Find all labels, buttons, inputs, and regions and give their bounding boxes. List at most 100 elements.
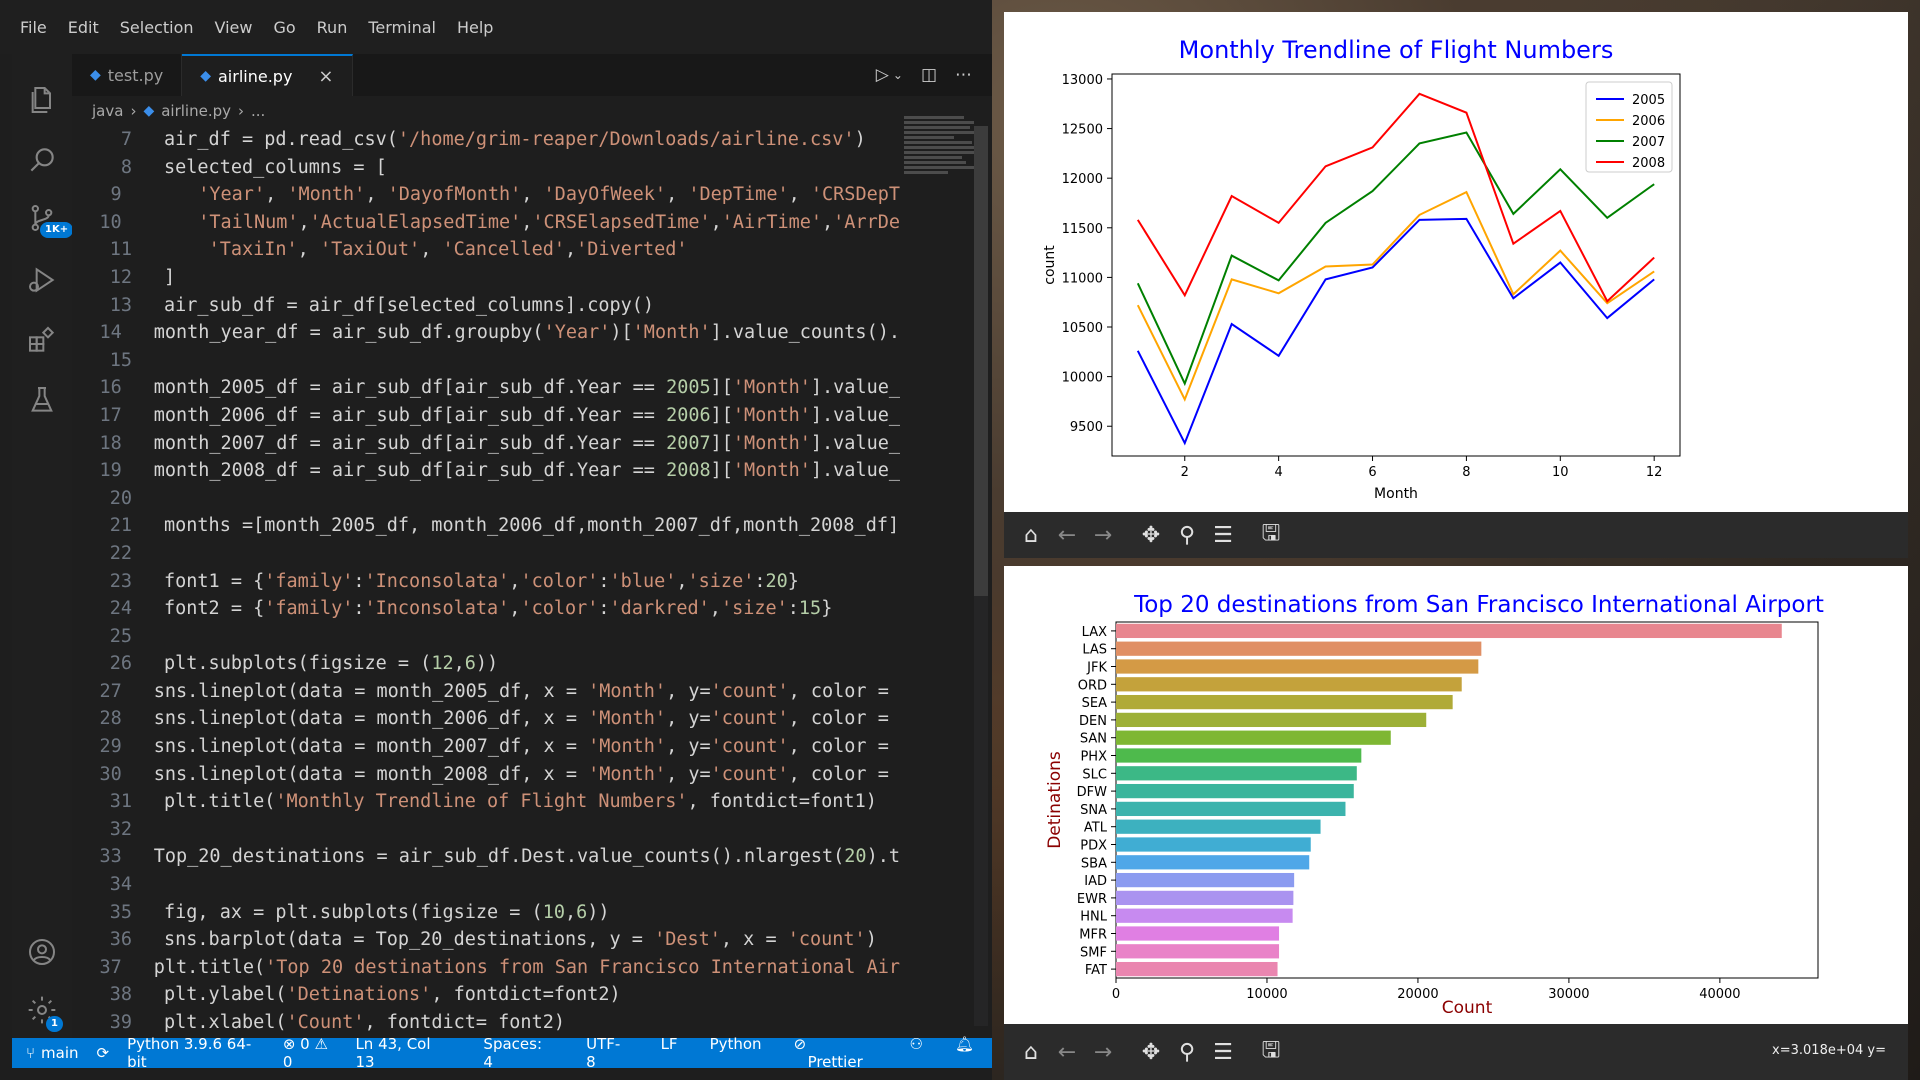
code-line[interactable]: 8 selected_columns = [	[72, 154, 900, 182]
zoom-icon[interactable]: ⚲	[1176, 1040, 1198, 1065]
code-line[interactable]: 35 fig, ax = plt.subplots(figsize = (10,6…	[72, 899, 900, 927]
code-line[interactable]: 18 month_2007_df = air_sub_df[air_sub_df.…	[72, 430, 900, 458]
code-line[interactable]: 38 plt.ylabel('Detinations', fontdict=fon…	[72, 981, 900, 1009]
code-line[interactable]: 17 month_2006_df = air_sub_df[air_sub_df.…	[72, 402, 900, 430]
cursor-position[interactable]: Ln 43, Col 13	[355, 1035, 451, 1071]
branch-name[interactable]: main	[41, 1044, 78, 1062]
code-line[interactable]: 32	[72, 816, 900, 844]
breadcrumb-folder[interactable]: java	[92, 102, 123, 120]
code-line[interactable]: 10 'TailNum','ActualElapsedTime','CRSEla…	[72, 209, 900, 237]
back-arrow-icon[interactable]: ←	[1056, 523, 1078, 548]
testing-flask-icon[interactable]	[12, 372, 72, 428]
run-file-icon[interactable]: ▷	[876, 65, 889, 85]
menu-selection[interactable]: Selection	[120, 18, 194, 37]
code-line[interactable]: 27 sns.lineplot(data = month_2005_df, x =…	[72, 678, 900, 706]
search-icon[interactable]	[12, 132, 72, 188]
split-editor-icon[interactable]: ◫	[921, 65, 937, 85]
configure-subplots-icon[interactable]: ☰	[1212, 1040, 1234, 1065]
bar-LAX	[1116, 623, 1782, 639]
extensions-icon[interactable]	[12, 312, 72, 368]
zoom-icon[interactable]: ⚲	[1176, 523, 1198, 548]
breadcrumb-file[interactable]: airline.py	[161, 102, 231, 120]
code-token: 'family'	[264, 598, 354, 620]
pan-icon[interactable]: ✥	[1140, 523, 1162, 548]
accounts-icon[interactable]	[12, 924, 72, 980]
x-axis-label: Month	[1374, 486, 1418, 502]
run-debug-icon[interactable]	[12, 252, 72, 308]
code-line[interactable]: 31 plt.title('Monthly Trendline of Flight…	[72, 788, 900, 816]
forward-arrow-icon[interactable]: →	[1092, 523, 1114, 548]
close-tab-icon[interactable]: ×	[318, 66, 333, 87]
python-interpreter[interactable]: Python 3.9.6 64-bit	[127, 1035, 269, 1071]
menu-terminal[interactable]: Terminal	[368, 18, 436, 37]
series-line-2005	[1136, 217, 1655, 446]
code-line[interactable]: 30 sns.lineplot(data = month_2008_df, x =…	[72, 761, 900, 789]
code-line[interactable]: 24 font2 = {'family':'Inconsolata','color…	[72, 595, 900, 623]
bar-SEA	[1116, 694, 1453, 710]
code-line[interactable]: 33 Top_20_destinations = air_sub_df.Dest.…	[72, 843, 900, 871]
code-token: 'DayofMonth'	[387, 184, 522, 206]
minimap[interactable]	[904, 116, 974, 196]
code-line[interactable]: 25	[72, 623, 900, 651]
code-token: 'Inconsolata'	[364, 570, 510, 592]
code-line[interactable]: 12]	[72, 264, 900, 292]
scrollbar-thumb[interactable]	[974, 126, 988, 596]
configure-subplots-icon[interactable]: ☰	[1212, 523, 1234, 548]
code-line[interactable]: 21 months =[month_2005_df, month_2006_df,…	[72, 512, 900, 540]
menu-edit[interactable]: Edit	[68, 18, 99, 37]
save-icon[interactable]: 🖫	[1260, 1038, 1282, 1063]
code-line[interactable]: 36 sns.barplot(data = Top_20_destinations…	[72, 926, 900, 954]
breadcrumb-more[interactable]: ...	[251, 102, 265, 120]
code-editor[interactable]: 7 air_df = pd.read_csv('/home/grim-reaper…	[72, 126, 900, 1038]
pan-icon[interactable]: ✥	[1140, 1040, 1162, 1065]
code-line[interactable]: 34	[72, 871, 900, 899]
explorer-icon[interactable]	[12, 72, 72, 128]
settings-gear-icon[interactable]: 1	[12, 982, 72, 1038]
end-of-line[interactable]: LF	[661, 1035, 678, 1071]
code-line[interactable]: 37 plt.title('Top 20 destinations from Sa…	[72, 954, 900, 982]
tab-test-py[interactable]: ◆ test.py	[72, 54, 183, 96]
more-actions-icon[interactable]: ⋯	[955, 65, 972, 85]
menu-run[interactable]: Run	[317, 18, 348, 37]
sync-icon[interactable]: ⟳	[97, 1044, 110, 1062]
problems-indicator[interactable]: ⊗ 0 ⚠ 0	[283, 1035, 342, 1071]
code-line[interactable]: 20	[72, 485, 900, 513]
editor-scrollbar[interactable]	[974, 126, 988, 1026]
code-line[interactable]: 15	[72, 347, 900, 375]
menu-view[interactable]: View	[215, 18, 253, 37]
code-line[interactable]: 29 sns.lineplot(data = month_2007_df, x =…	[72, 733, 900, 761]
code-line[interactable]: 19 month_2008_df = air_sub_df[air_sub_df.…	[72, 457, 900, 485]
code-line[interactable]: 39 plt.xlabel('Count', fontdict= font2)	[72, 1009, 900, 1037]
menu-go[interactable]: Go	[273, 18, 295, 37]
notifications-bell-icon[interactable]: 🔔︎	[955, 1035, 974, 1071]
menu-file[interactable]: File	[20, 18, 47, 37]
y-tick-label: 12500	[1062, 123, 1103, 138]
home-icon[interactable]: ⌂	[1020, 523, 1042, 548]
code-line[interactable]: 13 air_sub_df = air_df[selected_columns].…	[72, 292, 900, 320]
save-icon[interactable]: 🖫	[1260, 521, 1282, 546]
code-text: air_df = pd.read_csv('/home/grim-reaper/…	[132, 126, 866, 154]
code-line[interactable]: 11 'TaxiIn', 'TaxiOut', 'Cancelled','Div…	[72, 236, 900, 264]
code-line[interactable]: 7 air_df = pd.read_csv('/home/grim-reaper…	[72, 126, 900, 154]
branch-icon[interactable]: ⑂	[26, 1044, 35, 1062]
language-mode[interactable]: Python	[710, 1035, 762, 1071]
back-arrow-icon[interactable]: ←	[1056, 1040, 1078, 1065]
code-line[interactable]: 22	[72, 540, 900, 568]
code-line[interactable]: 28 sns.lineplot(data = month_2006_df, x =…	[72, 705, 900, 733]
code-line[interactable]: 23 font1 = {'family':'Inconsolata','color…	[72, 568, 900, 596]
source-control-icon[interactable]: 1K+	[12, 190, 74, 246]
code-line[interactable]: 26 plt.subplots(figsize = (12,6))	[72, 650, 900, 678]
menu-help[interactable]: Help	[457, 18, 493, 37]
bar-ATL	[1116, 819, 1321, 834]
indentation[interactable]: Spaces: 4	[483, 1035, 554, 1071]
code-line[interactable]: 9 'Year', 'Month', 'DayofMonth', 'DayOfW…	[72, 181, 900, 209]
home-icon[interactable]: ⌂	[1020, 1040, 1042, 1065]
prettier-status[interactable]: ⊘ Prettier	[794, 1035, 878, 1071]
feedback-icon[interactable]: ⚇	[910, 1035, 923, 1071]
code-line[interactable]: 16 month_2005_df = air_sub_df[air_sub_df.…	[72, 374, 900, 402]
chevron-down-icon[interactable]: ⌄	[893, 68, 903, 82]
forward-arrow-icon[interactable]: →	[1092, 1040, 1114, 1065]
encoding[interactable]: UTF-8	[586, 1035, 628, 1071]
tab-airline-py[interactable]: ◆ airline.py ×	[182, 54, 353, 96]
code-line[interactable]: 14 month_year_df = air_sub_df.groupby('Ye…	[72, 319, 900, 347]
